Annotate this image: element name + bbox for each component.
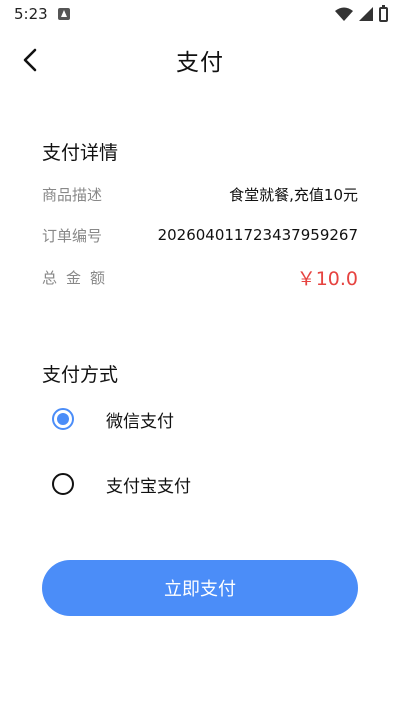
option-alipay[interactable]: 支付宝支付 (52, 469, 352, 499)
option-label: 微信支付 (106, 411, 174, 432)
radio-alipay[interactable] (52, 473, 74, 495)
page-title: 支付 (176, 50, 224, 76)
product-label: 商品描述 (42, 185, 103, 204)
radio-wechat-pay[interactable] (52, 408, 74, 430)
status-bar: 5:23 (0, 0, 400, 28)
payment-method-title: 支付方式 (42, 364, 119, 386)
product-value: 食堂就餐,充值10元 (229, 185, 358, 204)
notification-icon (57, 8, 70, 20)
order-label: 订单编号 (42, 226, 103, 245)
option-label: 支付宝支付 (106, 476, 191, 497)
status-icons (335, 4, 388, 22)
wifi-icon (335, 7, 353, 21)
product-row: 商品描述 食堂就餐,充值10元 (42, 182, 358, 206)
status-time: 5:23 (14, 5, 48, 23)
chevron-left-icon (23, 48, 37, 72)
pay-now-button[interactable]: 立即支付 (42, 560, 358, 616)
option-wechat-pay[interactable]: 微信支付 (52, 404, 352, 434)
app-header: 支付 (0, 36, 400, 84)
details-title: 支付详情 (42, 142, 119, 164)
signal-icon (359, 7, 373, 21)
order-row: 订单编号 20260401172343795926​7 (42, 223, 358, 247)
total-amount: ￥10.0 (296, 267, 358, 290)
total-label: 总金额 (42, 268, 115, 287)
total-row: 总金额 ￥10.0 (42, 265, 358, 290)
battery-icon (379, 4, 388, 22)
order-value: 20260401172343795926​7 (157, 226, 358, 244)
back-button[interactable] (14, 44, 46, 76)
